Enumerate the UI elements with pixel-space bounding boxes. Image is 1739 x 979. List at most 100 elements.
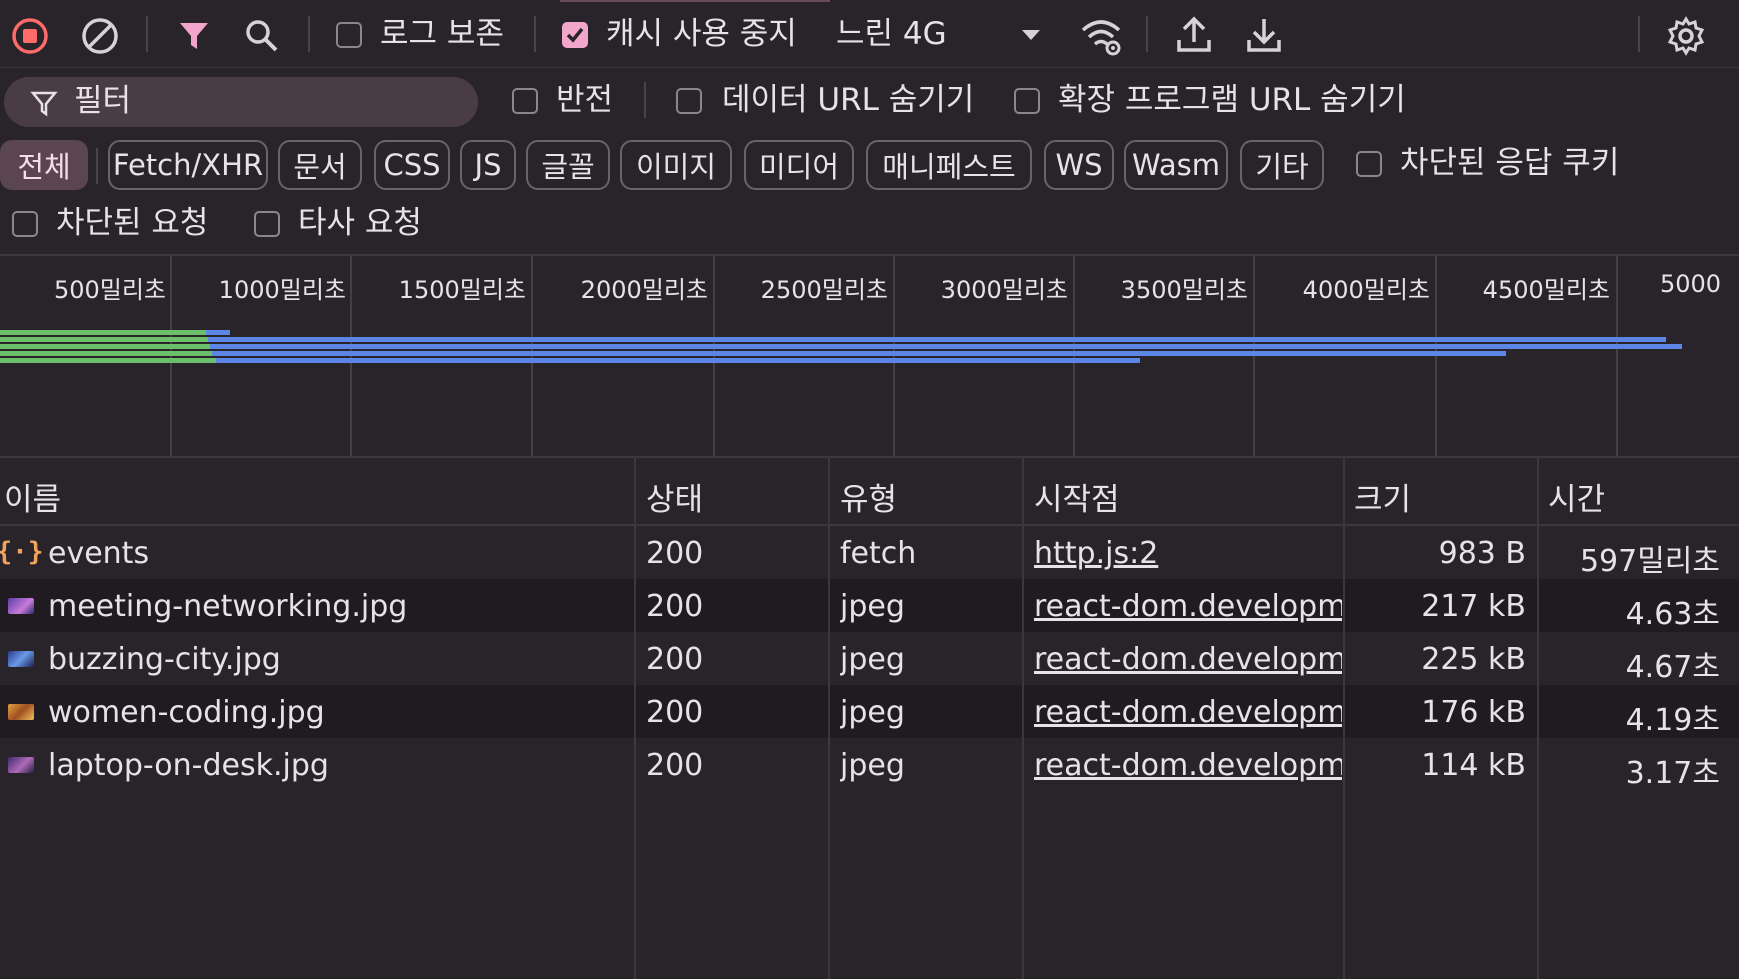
- request-size: 217 kB: [1421, 589, 1526, 624]
- request-time: 4.67초: [1625, 650, 1720, 685]
- request-status: 200: [646, 748, 704, 783]
- search-icon[interactable]: [242, 16, 282, 56]
- blocked-requests-label: 차단된 요청: [56, 205, 209, 241]
- blocked-cookies-checkbox[interactable]: [1356, 151, 1382, 177]
- grid-line: [531, 256, 533, 456]
- separator: [1638, 16, 1640, 52]
- column-header-type[interactable]: 유형: [840, 474, 897, 519]
- request-initiator-link[interactable]: http.js:2: [1034, 536, 1342, 571]
- import-har-icon[interactable]: [1174, 14, 1214, 56]
- table-row[interactable]: laptop-on-desk.jpg 200 jpeg react-dom.de…: [0, 738, 1739, 791]
- type-filter-img[interactable]: 이미지: [620, 140, 732, 190]
- tick-label: 3000밀리초: [940, 276, 1068, 304]
- fetch-icon: {·}: [0, 537, 44, 567]
- request-time: 3.17초: [1625, 756, 1720, 791]
- type-filter-other[interactable]: 기타: [1240, 140, 1324, 190]
- request-initiator-link[interactable]: react-dom.development.js: [1034, 589, 1342, 624]
- filter-icon[interactable]: [174, 16, 214, 56]
- table-row[interactable]: women-coding.jpg 200 jpeg react-dom.deve…: [0, 685, 1739, 738]
- timeline-bar-waiting: [0, 351, 212, 356]
- column-divider[interactable]: [1343, 458, 1345, 979]
- timeline-bar-download: [212, 351, 1506, 356]
- tick-label: 5000: [1660, 270, 1722, 298]
- throttling-select[interactable]: 느린 4G: [832, 12, 1052, 58]
- separator: [534, 16, 536, 52]
- filter-placeholder: 필터: [74, 83, 132, 119]
- timeline-bar-download: [216, 358, 1140, 363]
- type-filter-manifest[interactable]: 매니페스트: [866, 140, 1032, 190]
- gear-icon[interactable]: [1664, 14, 1708, 58]
- request-type: jpeg: [840, 748, 905, 783]
- third-party-label: 타사 요청: [298, 205, 422, 241]
- filter-input[interactable]: 필터: [4, 77, 478, 127]
- timeline-overview[interactable]: 500밀리초 1000밀리초 1500밀리초 2000밀리초 2500밀리초 3…: [0, 254, 1739, 458]
- type-filter-fetch-xhr[interactable]: Fetch/XHR: [108, 140, 268, 190]
- separator: [1146, 16, 1148, 52]
- request-time: 4.63초: [1625, 597, 1720, 632]
- column-header-time[interactable]: 시간: [1548, 474, 1605, 519]
- type-filter-media[interactable]: 미디어: [744, 140, 854, 190]
- grid-line: [1616, 256, 1618, 456]
- main-toolbar: 로그 보존 캐시 사용 중지 느린 4G: [0, 0, 1739, 68]
- column-divider[interactable]: [828, 458, 830, 979]
- image-thumbnail: [8, 757, 34, 773]
- request-type: fetch: [840, 536, 917, 571]
- type-filter-wasm[interactable]: Wasm: [1124, 140, 1228, 190]
- separator: [146, 16, 148, 52]
- preserve-log-checkbox[interactable]: [336, 22, 362, 48]
- request-status: 200: [646, 642, 704, 677]
- request-initiator-link[interactable]: react-dom.development.js: [1034, 642, 1342, 677]
- column-divider[interactable]: [634, 458, 636, 979]
- grid-line: [170, 256, 172, 456]
- request-table-header: 이름 상태 유형 시작점 크기 시간: [0, 458, 1739, 526]
- record-stop-icon[interactable]: [10, 16, 50, 56]
- disable-cache-label: 캐시 사용 중지: [606, 16, 797, 52]
- type-filter-css[interactable]: CSS: [374, 140, 450, 190]
- request-size: 176 kB: [1421, 695, 1526, 730]
- type-filter-all[interactable]: 전체: [0, 140, 88, 190]
- third-party-checkbox[interactable]: [254, 211, 280, 237]
- tick-label: 1000밀리초: [218, 276, 346, 304]
- column-divider[interactable]: [1537, 458, 1539, 979]
- request-initiator-link[interactable]: react-dom.development.js: [1034, 695, 1342, 730]
- type-filter-ws[interactable]: WS: [1044, 140, 1114, 190]
- disable-cache-checkbox[interactable]: [562, 22, 588, 48]
- column-header-initiator[interactable]: 시작점: [1034, 474, 1120, 519]
- invert-checkbox[interactable]: [512, 88, 538, 114]
- clear-icon[interactable]: [80, 16, 120, 56]
- request-time: 597밀리초: [1579, 544, 1720, 579]
- request-type: jpeg: [840, 589, 905, 624]
- type-filter-js[interactable]: JS: [460, 140, 516, 190]
- request-status: 200: [646, 589, 704, 624]
- request-type: jpeg: [840, 642, 905, 677]
- column-header-status[interactable]: 상태: [646, 474, 703, 519]
- request-size: 983 B: [1438, 536, 1526, 571]
- request-initiator-link[interactable]: react-dom.development.js: [1034, 748, 1342, 783]
- image-thumbnail: [8, 704, 34, 720]
- request-type: jpeg: [840, 695, 905, 730]
- column-divider[interactable]: [1022, 458, 1024, 979]
- request-status: 200: [646, 536, 704, 571]
- table-row[interactable]: {·} events 200 fetch http.js:2 983 B 597…: [0, 526, 1739, 579]
- request-name: events: [48, 536, 150, 571]
- export-har-icon[interactable]: [1244, 14, 1284, 56]
- table-row[interactable]: meeting-networking.jpg 200 jpeg react-do…: [0, 579, 1739, 632]
- column-header-size[interactable]: 크기: [1354, 474, 1411, 519]
- hide-extension-urls-checkbox[interactable]: [1014, 88, 1040, 114]
- type-filter-doc[interactable]: 문서: [278, 140, 362, 190]
- image-thumbnail: [8, 651, 34, 667]
- filter-toolbar: 필터 반전 데이터 URL 숨기기 확장 프로그램 URL 숨기기: [0, 68, 1739, 136]
- tick-label: 500밀리초: [53, 276, 166, 304]
- table-row[interactable]: buzzing-city.jpg 200 jpeg react-dom.deve…: [0, 632, 1739, 685]
- request-name: laptop-on-desk.jpg: [48, 748, 329, 783]
- blocked-requests-checkbox[interactable]: [12, 211, 38, 237]
- network-conditions-icon[interactable]: [1078, 14, 1124, 58]
- type-filter-font[interactable]: 글꼴: [526, 140, 610, 190]
- filter-icon: [28, 87, 60, 119]
- hide-data-urls-label: 데이터 URL 숨기기: [722, 82, 975, 118]
- timeline-bar-waiting: [0, 337, 208, 342]
- column-header-name[interactable]: 이름: [4, 474, 61, 519]
- request-size: 225 kB: [1421, 642, 1526, 677]
- timeline-bar-waiting: [0, 358, 216, 363]
- hide-data-urls-checkbox[interactable]: [676, 88, 702, 114]
